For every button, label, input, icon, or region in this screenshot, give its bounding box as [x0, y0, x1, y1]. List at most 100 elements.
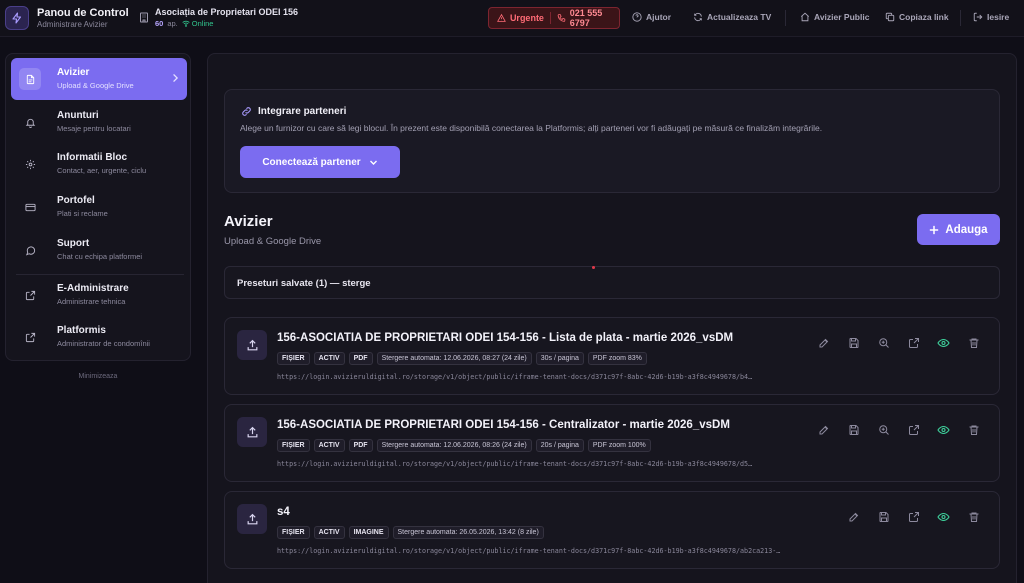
auto-delete-badge: Stergere automata: 26.05.2026, 13:42 (8 … [392, 526, 544, 539]
partner-title: Integrare parteneri [241, 106, 346, 117]
lightning-logo-icon[interactable] [5, 6, 29, 30]
sidebar-item-e-administrare[interactable]: E-Administrare Administrare tehnica [11, 274, 187, 316]
document-url: https://login.avizieruldigital.ro/storag… [277, 460, 753, 468]
help-label: Ajutor [646, 12, 672, 22]
minimize-sidebar-button[interactable]: Minimizeaza [5, 373, 191, 380]
sidebar-item-sub: Administrare tehnica [57, 297, 126, 306]
public-board-link[interactable]: Avizier Public [800, 12, 869, 22]
sidebar-item-label: Informatii Bloc [57, 152, 128, 163]
document-badges: FIȘIER ACTIV IMAGINE Stergere automata: … [277, 526, 544, 539]
public-board-label: Avizier Public [814, 12, 870, 22]
association-name: Asociația de Proprietari ODEI 156 [155, 7, 299, 17]
sidebar-item-portofel[interactable]: Portofel Plati si reclame [11, 186, 187, 228]
open-external-icon[interactable] [907, 336, 920, 349]
document-url: https://login.avizieruldigital.ro/storag… [277, 547, 781, 555]
brand-subtitle: Administrare Avizier [37, 20, 108, 29]
refresh-tv-label: Actualizeaza TV [707, 12, 772, 22]
saved-presets-label: Preseturi salvate (1) — sterge [237, 278, 371, 289]
sidebar-item-label: Suport [57, 238, 90, 249]
edit-icon[interactable] [817, 423, 830, 436]
upload-icon[interactable] [237, 417, 267, 447]
card-actions [817, 423, 980, 436]
sidebar-item-label: Platformis [57, 325, 106, 336]
link-icon [242, 107, 251, 116]
apartments-unit: ap. [167, 19, 178, 28]
association-info: Asociația de Proprietari ODEI 156 60 ap.… [155, 7, 298, 29]
chevron-right-icon [171, 73, 179, 83]
visible-eye-icon[interactable] [937, 423, 950, 436]
sidebar-item-label: E-Administrare [57, 283, 129, 294]
online-label: Online [191, 19, 214, 28]
open-external-icon[interactable] [907, 423, 920, 436]
format-badge: PDF [348, 352, 373, 365]
refresh-tv-link[interactable]: Actualizeaza TV [693, 12, 771, 22]
online-status: Online [182, 18, 214, 29]
logout-icon [973, 12, 983, 22]
help-link[interactable]: Ajutor [632, 12, 671, 22]
copy-link-button[interactable]: Copiaza link [885, 12, 949, 22]
saved-presets-bar[interactable]: Preseturi salvate (1) — sterge [224, 266, 1000, 299]
save-icon[interactable] [877, 510, 890, 523]
document-title: 156-ASOCIATIA DE PROPRIETARI ODEI 154-15… [277, 419, 730, 431]
visible-eye-icon[interactable] [937, 510, 950, 523]
delete-icon[interactable] [967, 336, 980, 349]
partner-description: Alege un furnizor cu care să legi blocul… [240, 123, 823, 133]
sidebar: Avizier Upload & Google Drive Anunturi M… [5, 53, 191, 361]
top-bar: Panou de Control Administrare Avizier As… [0, 0, 1024, 37]
logout-button[interactable]: Iesire [973, 12, 1009, 22]
format-badge: PDF [348, 439, 373, 452]
zoom-in-icon[interactable] [877, 336, 890, 349]
edit-icon[interactable] [817, 336, 830, 349]
save-icon[interactable] [847, 423, 860, 436]
sidebar-item-label: Portofel [57, 195, 95, 206]
document-title: s4 [277, 506, 290, 518]
sidebar-item-anunturi[interactable]: Anunturi Mesaje pentru locatari [11, 101, 187, 143]
upload-icon[interactable] [237, 330, 267, 360]
connect-partner-button[interactable]: Conectează partener [240, 146, 400, 178]
association-meta: 60 ap. Online [155, 18, 298, 29]
zoom-in-icon[interactable] [877, 423, 890, 436]
document-badges: FIȘIER ACTIV PDF Stergere automata: 12.0… [277, 439, 651, 452]
card-actions [817, 336, 980, 349]
sidebar-item-suport[interactable]: Suport Chat cu echipa platformei [11, 229, 187, 271]
external-link-icon [19, 284, 41, 306]
help-icon [632, 12, 642, 22]
gear-icon [19, 153, 41, 175]
sidebar-item-sub: Contact, aer, urgente, ciclu [57, 166, 147, 175]
auto-delete-badge: Stergere automata: 12.06.2026, 08:27 (24… [376, 352, 532, 365]
add-button[interactable]: Adauga [917, 214, 1000, 245]
connect-partner-label: Conectează partener [262, 156, 361, 168]
urgent-button[interactable]: Urgente 021 555 6797 [488, 7, 620, 29]
delete-icon[interactable] [967, 423, 980, 436]
duration-badge: 20s / pagina [535, 439, 584, 452]
logout-label: Iesire [987, 12, 1010, 22]
zoom-badge: PDF zoom 100% [587, 439, 651, 452]
sidebar-item-sub: Upload & Google Drive [57, 81, 134, 90]
zoom-badge: PDF zoom 83% [587, 352, 647, 365]
refresh-icon [694, 12, 702, 22]
sidebar-item-sub: Chat cu echipa platformei [57, 252, 143, 261]
home-icon [800, 12, 810, 22]
visible-eye-icon[interactable] [937, 336, 950, 349]
warning-icon [497, 13, 506, 22]
sidebar-item-informatii-bloc[interactable]: Informatii Bloc Contact, aer, urgente, c… [11, 143, 187, 185]
status-badge: ACTIV [313, 439, 345, 452]
delete-icon[interactable] [967, 510, 980, 523]
document-card: 156-ASOCIATIA DE PROPRIETARI ODEI 154-15… [224, 404, 1000, 482]
auto-delete-badge: Stergere automata: 12.06.2026, 08:26 (24… [376, 439, 532, 452]
type-badge: FIȘIER [277, 439, 310, 452]
building-icon [139, 12, 149, 23]
wifi-icon [182, 20, 190, 27]
plus-icon [930, 225, 939, 234]
sidebar-item-avizier[interactable]: Avizier Upload & Google Drive [11, 58, 187, 100]
add-label: Adauga [945, 223, 988, 236]
save-icon[interactable] [847, 336, 860, 349]
edit-icon[interactable] [847, 510, 860, 523]
sidebar-item-platformis[interactable]: Platformis Administrator de condomînii [11, 316, 187, 358]
card-icon [19, 196, 41, 218]
open-external-icon[interactable] [907, 510, 920, 523]
upload-icon[interactable] [237, 504, 267, 534]
card-actions [847, 510, 980, 523]
type-badge: FIȘIER [277, 352, 310, 365]
urgent-label: Urgente [509, 13, 544, 23]
